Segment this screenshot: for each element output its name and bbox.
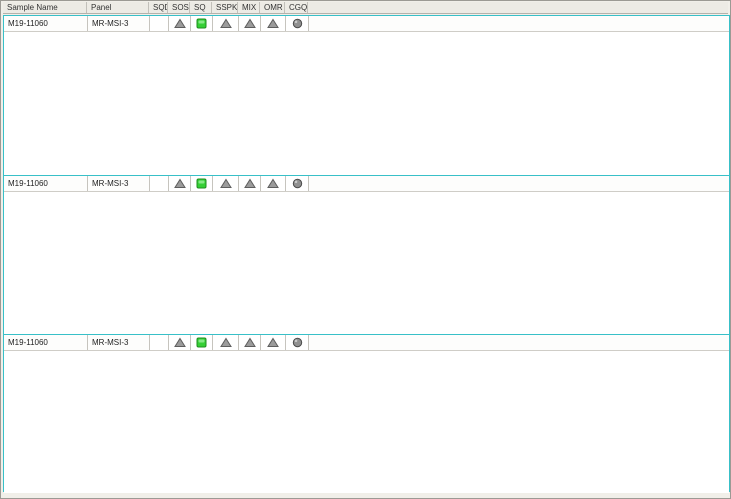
flag-cells: Bat25NR27PentaD9013017021025004000800012… [150,176,309,191]
flag-cells: AmelNR24Mono2790130170210250040008000120… [150,335,309,350]
column-header-panel: Panel [87,2,149,13]
omr-flag-cell [261,16,286,31]
column-header-sample-name: Sample Name [3,2,87,13]
sspk-flag-cell [213,176,239,191]
column-header-sq: SQ [190,2,212,13]
sample-row-filler [309,335,729,350]
circle-icon [292,337,303,348]
column-header-sos: SOS [168,2,190,13]
triangle-icon [244,178,256,189]
electropherogram-chart[interactable] [4,192,731,335]
sqd-flag-cell [150,16,169,31]
sample-row-filler [309,176,729,191]
triangle-icon [220,18,232,29]
panel-cell[interactable]: MR-MSI-3 [88,335,150,350]
sq-flag-cell [191,335,213,350]
triangle-icon [220,337,232,348]
triangle-icon [267,18,279,29]
sqd-flag-cell [150,335,169,350]
genotyping-app-window: Sample NamePanelSQDSOSSQSSPKMIXOMRCGQ M1… [0,0,731,499]
mix-flag-cell [239,16,261,31]
triangle-icon [267,178,279,189]
circle-icon [292,18,303,29]
green-square-icon [196,18,207,29]
sspk-flag-cell [213,335,239,350]
flag-cells: NR21Bat26PentaC9013017021025004000800012… [150,16,309,31]
panel-cell[interactable]: MR-MSI-3 [88,176,150,191]
triangle-icon: AmelNR24Mono2790130170210250040008000120… [174,337,186,348]
electropherogram-chart[interactable] [4,32,731,175]
column-header-sqd: SQD [149,2,168,13]
triangle-icon [244,18,256,29]
sos-flag-cell: AmelNR24Mono2790130170210250040008000120… [169,335,191,350]
green-square-icon [196,178,207,189]
column-header-mix: MIX [238,2,260,13]
column-header-sspk: SSPK [212,2,238,13]
triangle-icon: NR21Bat26PentaC9013017021025004000800012… [174,18,186,29]
sos-flag-cell: NR21Bat26PentaC9013017021025004000800012… [169,16,191,31]
sample-trace-group: M19-11060 MR-MSI-3 AmelNR24Mono279013017… [4,334,729,493]
sample-name-cell[interactable]: M19-11060 [4,176,88,191]
sample-name-cell[interactable]: M19-11060 [4,16,88,31]
traces-area[interactable]: M19-11060 MR-MSI-3 NR21Bat26PentaC901301… [3,15,730,492]
omr-flag-cell [261,176,286,191]
sqd-flag-cell [150,176,169,191]
sample-name-cell[interactable]: M19-11060 [4,335,88,350]
sspk-flag-cell [213,16,239,31]
cgq-flag-cell [286,335,309,350]
sample-row[interactable]: M19-11060 MR-MSI-3 NR21Bat26PentaC901301… [4,16,729,32]
circle-icon [292,178,303,189]
electropherogram-chart[interactable] [4,351,731,494]
triangle-icon [220,178,232,189]
sample-trace-group: M19-11060 MR-MSI-3 NR21Bat26PentaC901301… [4,16,729,175]
sos-flag-cell: Bat25NR27PentaD9013017021025004000800012… [169,176,191,191]
column-header-filler [308,2,728,13]
column-header-omr: OMR [260,2,285,13]
header-row: Sample NamePanelSQDSOSSQSSPKMIXOMRCGQ [3,2,728,14]
sample-trace-group: M19-11060 MR-MSI-3 Bat25NR27PentaD901301… [4,175,729,334]
sample-row[interactable]: M19-11060 MR-MSI-3 Bat25NR27PentaD901301… [4,176,729,192]
mix-flag-cell [239,335,261,350]
mix-flag-cell [239,176,261,191]
green-square-icon [196,337,207,348]
omr-flag-cell [261,335,286,350]
sample-row-filler [309,16,729,31]
triangle-icon [244,337,256,348]
cgq-flag-cell [286,176,309,191]
sq-flag-cell [191,176,213,191]
column-header-cgq: CGQ [285,2,308,13]
sample-row[interactable]: M19-11060 MR-MSI-3 AmelNR24Mono279013017… [4,335,729,351]
triangle-icon: Bat25NR27PentaD9013017021025004000800012… [174,178,186,189]
triangle-icon [267,337,279,348]
panel-cell[interactable]: MR-MSI-3 [88,16,150,31]
cgq-flag-cell [286,16,309,31]
sq-flag-cell [191,16,213,31]
